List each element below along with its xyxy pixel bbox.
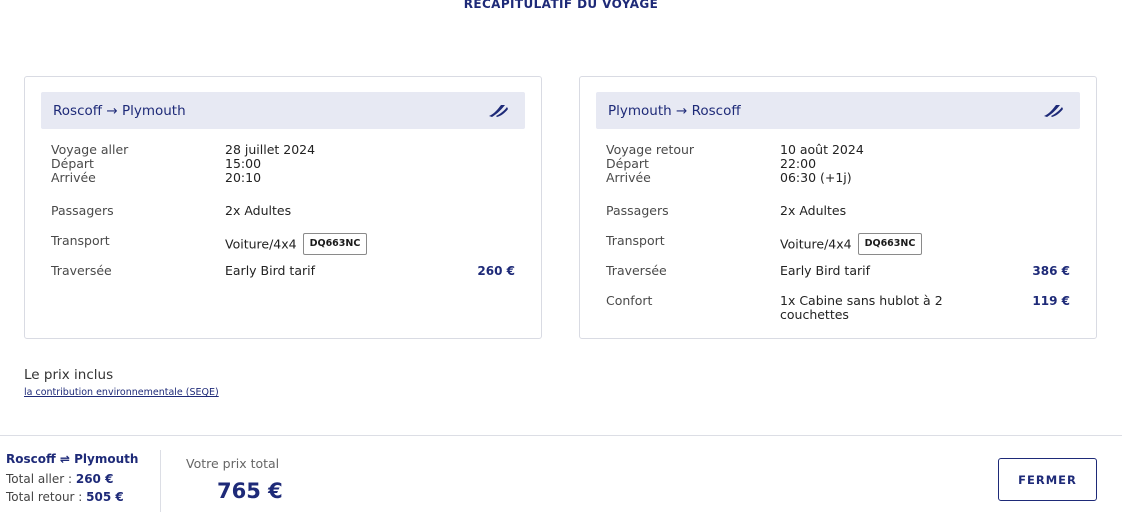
crossing-value: Early Bird tarif bbox=[225, 263, 315, 278]
comfort-price: 119 € bbox=[1032, 294, 1070, 308]
total-outbound: Total aller : 260 € bbox=[6, 472, 114, 486]
passengers-label: Passagers bbox=[51, 203, 114, 218]
passengers-row: Passagers 2x Adultes bbox=[606, 204, 1070, 218]
crossing-price: 386 € bbox=[1032, 264, 1070, 278]
voyage-values: 28 juillet 2024 15:00 20:10 bbox=[225, 142, 316, 185]
return-card-header: Plymouth → Roscoff bbox=[596, 92, 1080, 129]
price-includes-title: Le prix inclus bbox=[24, 367, 114, 383]
return-route-title: Plymouth → Roscoff bbox=[608, 102, 741, 119]
crossing-value: Early Bird tarif bbox=[780, 263, 870, 278]
voyage-label: Voyage aller Départ Arrivée bbox=[51, 142, 129, 185]
ferry-brand-logo-icon bbox=[489, 104, 508, 117]
outbound-trip-card: Roscoff → Plymouth Voyage aller Départ A… bbox=[24, 76, 542, 339]
footer-vertical-divider bbox=[160, 450, 161, 512]
total-price-value: 765 € bbox=[217, 479, 283, 503]
transport-row: Transport Voiture/4x4 DQ663NC bbox=[51, 233, 515, 256]
voyage-row: Voyage retour Départ Arrivée 10 août 202… bbox=[606, 143, 1070, 185]
environmental-contribution-link[interactable]: la contribution environnementale (SEQE) bbox=[24, 387, 219, 398]
close-button[interactable]: FERMER bbox=[998, 458, 1097, 501]
passengers-row: Passagers 2x Adultes bbox=[51, 204, 515, 218]
comfort-row: Confort 1x Cabine sans hublot à 2 couche… bbox=[606, 294, 1070, 322]
crossing-row: Traversée Early Bird tarif 260 € bbox=[51, 263, 515, 279]
comfort-label: Confort bbox=[606, 293, 653, 308]
crossing-label: Traversée bbox=[606, 263, 667, 278]
crossing-label: Traversée bbox=[51, 263, 112, 278]
transport-label: Transport bbox=[606, 233, 665, 248]
transport-label: Transport bbox=[51, 233, 110, 248]
voyage-row: Voyage aller Départ Arrivée 28 juillet 2… bbox=[51, 143, 515, 185]
transport-value: Voiture/4x4 DQ663NC bbox=[225, 233, 515, 256]
return-trip-card: Plymouth → Roscoff Voyage retour Départ … bbox=[579, 76, 1097, 339]
license-plate-badge: DQ663NC bbox=[857, 233, 923, 255]
passengers-label: Passagers bbox=[606, 203, 669, 218]
ferry-brand-logo-icon bbox=[1044, 104, 1063, 117]
outbound-card-header: Roscoff → Plymouth bbox=[41, 92, 525, 129]
crossing-price: 260 € bbox=[477, 264, 515, 278]
transport-row: Transport Voiture/4x4 DQ663NC bbox=[606, 233, 1070, 256]
passengers-value: 2x Adultes bbox=[225, 203, 292, 218]
license-plate-badge: DQ663NC bbox=[302, 233, 368, 255]
footer-route-summary: Roscoff ⇌ Plymouth bbox=[6, 452, 139, 466]
total-return: Total retour : 505 € bbox=[6, 490, 124, 504]
voyage-label: Voyage retour Départ Arrivée bbox=[606, 142, 695, 185]
page-title: RÉCAPITULATIF DU VOYAGE bbox=[463, 0, 659, 11]
transport-value: Voiture/4x4 DQ663NC bbox=[780, 233, 1070, 256]
passengers-value: 2x Adultes bbox=[780, 203, 847, 218]
total-price-label: Votre prix total bbox=[186, 456, 280, 471]
comfort-value: 1x Cabine sans hublot à 2 couchettes bbox=[780, 293, 943, 322]
crossing-row: Traversée Early Bird tarif 386 € bbox=[606, 263, 1070, 279]
voyage-values: 10 août 2024 22:00 06:30 (+1j) bbox=[780, 142, 864, 185]
outbound-route-title: Roscoff → Plymouth bbox=[53, 102, 186, 119]
footer-divider-line bbox=[0, 435, 1122, 436]
